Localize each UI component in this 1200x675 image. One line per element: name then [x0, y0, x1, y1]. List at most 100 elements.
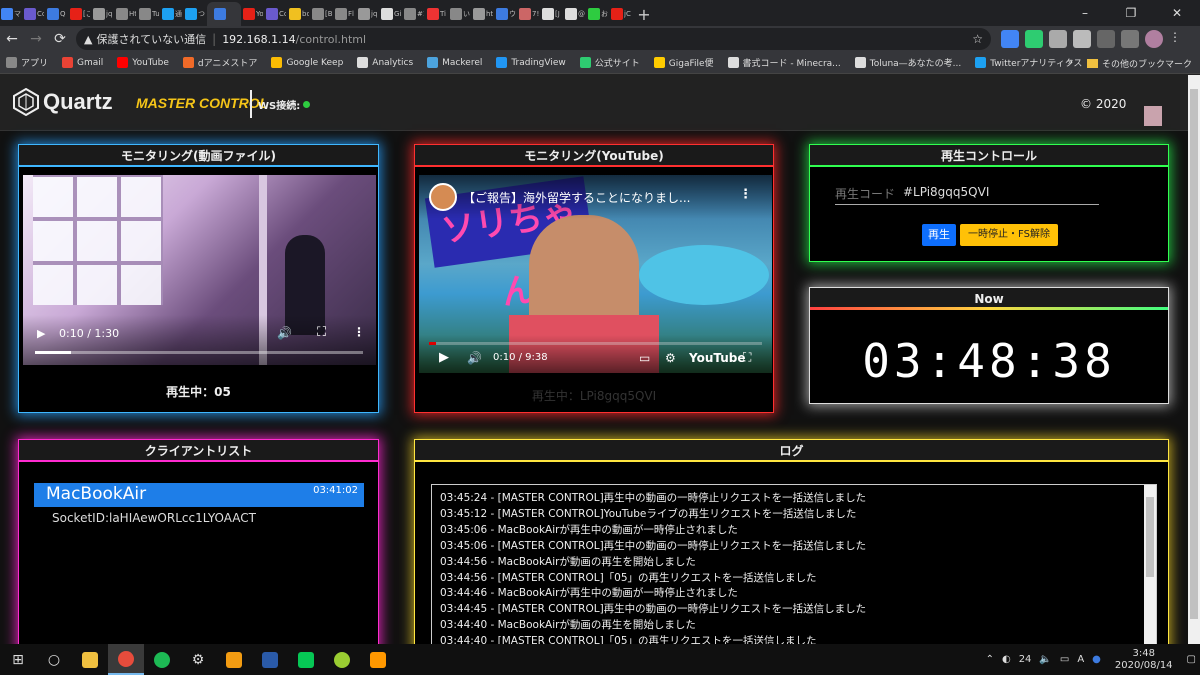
browser-tab[interactable]: bc — [288, 2, 310, 26]
profile-avatar[interactable] — [1145, 30, 1163, 48]
browser-tab[interactable]: 7! — [518, 2, 540, 26]
app-icon[interactable] — [216, 644, 252, 675]
ime-indicator[interactable]: A — [1077, 654, 1084, 665]
log-scrollbar-thumb[interactable] — [1146, 497, 1154, 577]
browser-tab[interactable]: Gi — [380, 2, 402, 26]
browser-tab[interactable]: マ — [0, 2, 22, 26]
extension-icon[interactable] — [1025, 30, 1043, 48]
browser-tab[interactable]: Fl — [334, 2, 356, 26]
log-scrollbar[interactable] — [1144, 485, 1156, 644]
app-icon[interactable] — [324, 644, 360, 675]
reload-icon[interactable]: ⟳ — [48, 27, 72, 51]
bookmark-item[interactable]: Gmail — [62, 57, 103, 68]
youtube-player[interactable]: ソリちゃん 【ご報告】海外留学することになりまし... ⋮ ▶ 🔊 0:10 /… — [419, 175, 772, 373]
battery-badge[interactable]: 24 — [1019, 654, 1032, 665]
close-icon[interactable]: ✕ — [1154, 0, 1200, 26]
play-code-input[interactable]: 再生コード #LPi8gqq5QVI — [835, 181, 1099, 205]
yt-settings-icon[interactable]: ⚙ — [665, 351, 676, 365]
powershell-icon[interactable] — [252, 644, 288, 675]
browser-tab[interactable]: Cc — [265, 2, 287, 26]
browser-tab[interactable]: つ — [184, 2, 206, 26]
page-scrollbar[interactable] — [1188, 75, 1200, 644]
browser-tab[interactable]: Cc — [23, 2, 45, 26]
forward-icon[interactable]: → — [24, 27, 48, 51]
browser-tab[interactable]: [B — [311, 2, 333, 26]
browser-tab[interactable]: jC — [610, 2, 632, 26]
settings-gear-icon[interactable]: ⚙ — [180, 644, 216, 675]
browser-tab[interactable]: #1 — [403, 2, 425, 26]
volume-icon[interactable]: 🔊 — [277, 326, 292, 340]
browser-tab[interactable]: jq — [92, 2, 114, 26]
windows-start-icon[interactable]: ⊞ — [0, 644, 36, 675]
client-item[interactable]: MacBookAir 03:41:02 — [34, 483, 364, 507]
bookmark-item[interactable]: 公式サイト — [579, 56, 640, 69]
taskbar-clock[interactable]: 3:48 2020/08/14 — [1115, 648, 1173, 672]
extension-icon[interactable] — [1073, 30, 1091, 48]
browser-tab[interactable]: Yo — [242, 2, 264, 26]
yt-more-icon[interactable]: ⋮ — [739, 187, 752, 202]
browser-tab[interactable]: 通 — [161, 2, 183, 26]
spotify-icon[interactable] — [144, 644, 180, 675]
search-icon[interactable]: ○ — [36, 644, 72, 675]
browser-tab[interactable]: Ht — [115, 2, 137, 26]
maximize-icon[interactable]: ❐ — [1108, 0, 1154, 26]
tray-app-icon[interactable]: ● — [1092, 654, 1101, 665]
line-icon[interactable] — [288, 644, 324, 675]
browser-tab[interactable]: [ご — [69, 2, 91, 26]
browser-tab[interactable]: Ti — [426, 2, 448, 26]
browser-tab[interactable]: jq — [357, 2, 379, 26]
video-progress-bar[interactable] — [35, 351, 363, 354]
browser-tab[interactable]: い — [449, 2, 471, 26]
video-player[interactable]: ▶ 0:10 / 1:30 🔊 ⛶ ⋮ — [23, 175, 376, 365]
chrome-icon[interactable] — [108, 644, 144, 675]
bookmark-item[interactable]: YouTube — [117, 57, 169, 68]
play-icon[interactable]: ▶ — [37, 327, 45, 340]
browser-tab[interactable]: ウ — [495, 2, 517, 26]
bookmark-item[interactable]: 書式コード - Minecra... — [727, 56, 841, 69]
extension-icon[interactable] — [1001, 30, 1019, 48]
page-scrollbar-thumb[interactable] — [1190, 89, 1198, 619]
fullscreen-icon[interactable]: ⛶ — [317, 325, 326, 340]
bookmark-item[interactable]: Google Keep — [271, 57, 343, 68]
youtube-logo[interactable]: YouTube — [689, 351, 746, 365]
bookmarks-more-icon[interactable]: » — [1067, 58, 1073, 68]
extensions-puzzle-icon[interactable] — [1097, 30, 1115, 48]
browser-tab[interactable]: お — [587, 2, 609, 26]
tray-app-icon[interactable]: ◐ — [1002, 654, 1011, 665]
browser-tab[interactable]: ht — [472, 2, 494, 26]
back-icon[interactable]: ← — [0, 27, 24, 51]
yt-play-icon[interactable]: ▶ — [439, 350, 449, 365]
notification-icon[interactable]: ▢ — [1187, 654, 1196, 665]
warning-icon[interactable]: ▲ — [84, 33, 92, 46]
yt-volume-icon[interactable]: 🔊 — [467, 351, 482, 365]
menu-dots-icon[interactable]: ⋮ — [1169, 30, 1187, 48]
play-button[interactable]: 再生 — [922, 224, 956, 246]
bookmark-item[interactable]: アプリ — [6, 56, 48, 69]
speaker-icon[interactable]: 🔈 — [1039, 654, 1051, 665]
log-box[interactable]: 03:45:24 - [MASTER CONTROL]再生中の動画の一時停止リク… — [431, 484, 1157, 644]
pause-fs-release-button[interactable]: 一時停止・FS解除 — [960, 224, 1058, 246]
yt-video-title[interactable]: 【ご報告】海外留学することになりまし... — [463, 189, 690, 206]
browser-tab[interactable]: Tu — [138, 2, 160, 26]
bookmark-star-icon[interactable]: ☆ — [972, 32, 983, 46]
yt-fullscreen-icon[interactable]: ⛶ — [743, 350, 751, 365]
file-explorer-icon[interactable] — [72, 644, 108, 675]
minimize-icon[interactable]: – — [1062, 0, 1108, 26]
bookmark-item[interactable]: dアニメストア — [182, 56, 257, 69]
browser-tab[interactable] — [207, 2, 241, 26]
bookmark-item[interactable]: Analytics — [357, 57, 413, 68]
reading-list-icon[interactable] — [1121, 30, 1139, 48]
browser-tab[interactable]: @ — [564, 2, 586, 26]
channel-avatar[interactable] — [429, 183, 457, 211]
bookmark-item[interactable]: Twitterアナリティクス — [975, 56, 1082, 69]
network-icon[interactable]: ▭ — [1060, 654, 1069, 665]
yt-captions-icon[interactable]: ▭ — [639, 351, 650, 365]
new-tab-button[interactable]: + — [633, 2, 655, 26]
bookmark-item[interactable]: TradingView — [496, 57, 566, 68]
bookmark-item[interactable]: GigaFile便 — [653, 56, 714, 69]
browser-tab[interactable]: [J — [541, 2, 563, 26]
browser-tab[interactable]: Q — [46, 2, 68, 26]
more-options-icon[interactable]: ⋮ — [353, 325, 365, 339]
tray-chevron-icon[interactable]: ⌃ — [986, 654, 994, 665]
address-bar[interactable]: ▲ 保護されていない通信 | 192.168.1.14 /control.htm… — [76, 28, 991, 50]
